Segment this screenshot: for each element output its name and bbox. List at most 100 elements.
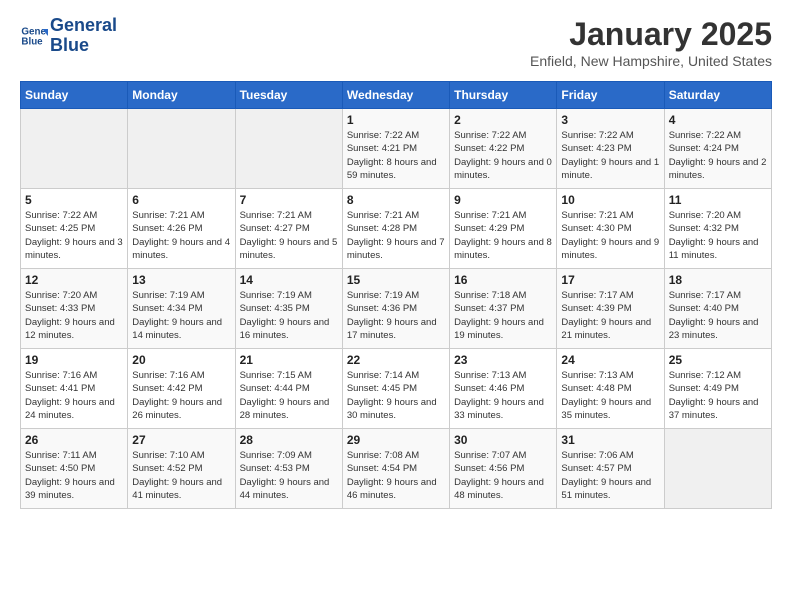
- day-number: 28: [240, 433, 338, 447]
- day-number: 20: [132, 353, 230, 367]
- day-info: Sunrise: 7:21 AM Sunset: 4:30 PM Dayligh…: [561, 209, 659, 262]
- day-info: Sunrise: 7:22 AM Sunset: 4:23 PM Dayligh…: [561, 129, 659, 182]
- day-cell: 22 Sunrise: 7:14 AM Sunset: 4:45 PM Dayli…: [342, 349, 449, 429]
- calendar-table: SundayMondayTuesdayWednesdayThursdayFrid…: [20, 81, 772, 509]
- day-cell: 30 Sunrise: 7:07 AM Sunset: 4:56 PM Dayli…: [450, 429, 557, 509]
- day-cell: 31 Sunrise: 7:06 AM Sunset: 4:57 PM Dayli…: [557, 429, 664, 509]
- day-cell: 6 Sunrise: 7:21 AM Sunset: 4:26 PM Daylig…: [128, 189, 235, 269]
- day-info: Sunrise: 7:18 AM Sunset: 4:37 PM Dayligh…: [454, 289, 552, 342]
- day-info: Sunrise: 7:20 AM Sunset: 4:33 PM Dayligh…: [25, 289, 123, 342]
- day-number: 30: [454, 433, 552, 447]
- logo-text: General Blue: [50, 16, 117, 56]
- day-number: 29: [347, 433, 445, 447]
- day-number: 9: [454, 193, 552, 207]
- day-number: 11: [669, 193, 767, 207]
- day-cell: 27Sunrise: 7:10 AM Sunset: 4:52 PM Dayli…: [128, 429, 235, 509]
- day-info: Sunrise: 7:07 AM Sunset: 4:56 PM Dayligh…: [454, 449, 552, 502]
- day-info: Sunrise: 7:22 AM Sunset: 4:24 PM Dayligh…: [669, 129, 767, 182]
- day-number: 17: [561, 273, 659, 287]
- day-info: Sunrise: 7:22 AM Sunset: 4:25 PM Dayligh…: [25, 209, 123, 262]
- day-info: Sunrise: 7:16 AM Sunset: 4:41 PM Dayligh…: [25, 369, 123, 422]
- day-cell: [664, 429, 771, 509]
- day-cell: 18 Sunrise: 7:17 AM Sunset: 4:40 PM Dayli…: [664, 269, 771, 349]
- day-cell: 13 Sunrise: 7:19 AM Sunset: 4:34 PM Dayli…: [128, 269, 235, 349]
- day-number: 6: [132, 193, 230, 207]
- day-cell: 29 Sunrise: 7:08 AM Sunset: 4:54 PM Dayli…: [342, 429, 449, 509]
- day-cell: 19 Sunrise: 7:16 AM Sunset: 4:41 PM Dayli…: [21, 349, 128, 429]
- logo-icon: General Blue: [20, 22, 48, 50]
- weekday-header-friday: Friday: [557, 82, 664, 109]
- day-number: 15: [347, 273, 445, 287]
- day-number: 16: [454, 273, 552, 287]
- day-number: 8: [347, 193, 445, 207]
- page-header: General Blue General Blue January 2025 E…: [20, 16, 772, 69]
- day-info: Sunrise: 7:09 AM Sunset: 4:53 PM Dayligh…: [240, 449, 338, 502]
- day-info: Sunrise: 7:19 AM Sunset: 4:36 PM Dayligh…: [347, 289, 445, 342]
- day-cell: 9 Sunrise: 7:21 AM Sunset: 4:29 PM Daylig…: [450, 189, 557, 269]
- week-row-5: 26 Sunrise: 7:11 AM Sunset: 4:50 PM Dayli…: [21, 429, 772, 509]
- day-number: 27: [132, 433, 230, 447]
- week-row-2: 5Sunrise: 7:22 AM Sunset: 4:25 PM Daylig…: [21, 189, 772, 269]
- day-cell: 25 Sunrise: 7:12 AM Sunset: 4:49 PM Dayli…: [664, 349, 771, 429]
- day-cell: 15 Sunrise: 7:19 AM Sunset: 4:36 PM Dayli…: [342, 269, 449, 349]
- logo: General Blue General Blue: [20, 16, 117, 56]
- day-cell: 14 Sunrise: 7:19 AM Sunset: 4:35 PM Dayli…: [235, 269, 342, 349]
- day-number: 31: [561, 433, 659, 447]
- day-cell: [21, 109, 128, 189]
- day-cell: 7Sunrise: 7:21 AM Sunset: 4:27 PM Daylig…: [235, 189, 342, 269]
- day-number: 19: [25, 353, 123, 367]
- day-info: Sunrise: 7:21 AM Sunset: 4:28 PM Dayligh…: [347, 209, 445, 262]
- day-cell: 8 Sunrise: 7:21 AM Sunset: 4:28 PM Daylig…: [342, 189, 449, 269]
- day-info: Sunrise: 7:21 AM Sunset: 4:27 PM Dayligh…: [240, 209, 338, 262]
- day-number: 10: [561, 193, 659, 207]
- week-row-1: 1Sunrise: 7:22 AM Sunset: 4:21 PM Daylig…: [21, 109, 772, 189]
- day-cell: 24 Sunrise: 7:13 AM Sunset: 4:48 PM Dayli…: [557, 349, 664, 429]
- day-info: Sunrise: 7:15 AM Sunset: 4:44 PM Dayligh…: [240, 369, 338, 422]
- day-cell: [128, 109, 235, 189]
- day-info: Sunrise: 7:08 AM Sunset: 4:54 PM Dayligh…: [347, 449, 445, 502]
- day-cell: 26 Sunrise: 7:11 AM Sunset: 4:50 PM Dayli…: [21, 429, 128, 509]
- day-info: Sunrise: 7:06 AM Sunset: 4:57 PM Dayligh…: [561, 449, 659, 502]
- day-number: 26: [25, 433, 123, 447]
- weekday-header-monday: Monday: [128, 82, 235, 109]
- title-block: January 2025 Enfield, New Hampshire, Uni…: [530, 16, 772, 69]
- day-number: 23: [454, 353, 552, 367]
- day-number: 24: [561, 353, 659, 367]
- day-cell: 1Sunrise: 7:22 AM Sunset: 4:21 PM Daylig…: [342, 109, 449, 189]
- day-number: 22: [347, 353, 445, 367]
- day-cell: 2Sunrise: 7:22 AM Sunset: 4:22 PM Daylig…: [450, 109, 557, 189]
- day-number: 3: [561, 113, 659, 127]
- day-info: Sunrise: 7:14 AM Sunset: 4:45 PM Dayligh…: [347, 369, 445, 422]
- weekday-header-wednesday: Wednesday: [342, 82, 449, 109]
- day-cell: 21 Sunrise: 7:15 AM Sunset: 4:44 PM Dayli…: [235, 349, 342, 429]
- day-info: Sunrise: 7:21 AM Sunset: 4:26 PM Dayligh…: [132, 209, 230, 262]
- day-info: Sunrise: 7:19 AM Sunset: 4:35 PM Dayligh…: [240, 289, 338, 342]
- day-number: 25: [669, 353, 767, 367]
- day-info: Sunrise: 7:11 AM Sunset: 4:50 PM Dayligh…: [25, 449, 123, 502]
- weekday-header-row: SundayMondayTuesdayWednesdayThursdayFrid…: [21, 82, 772, 109]
- day-number: 13: [132, 273, 230, 287]
- day-number: 21: [240, 353, 338, 367]
- day-info: Sunrise: 7:22 AM Sunset: 4:22 PM Dayligh…: [454, 129, 552, 182]
- day-info: Sunrise: 7:12 AM Sunset: 4:49 PM Dayligh…: [669, 369, 767, 422]
- week-row-3: 12 Sunrise: 7:20 AM Sunset: 4:33 PM Dayli…: [21, 269, 772, 349]
- day-number: 12: [25, 273, 123, 287]
- day-info: Sunrise: 7:17 AM Sunset: 4:39 PM Dayligh…: [561, 289, 659, 342]
- day-cell: 28 Sunrise: 7:09 AM Sunset: 4:53 PM Dayli…: [235, 429, 342, 509]
- day-info: Sunrise: 7:21 AM Sunset: 4:29 PM Dayligh…: [454, 209, 552, 262]
- day-number: 14: [240, 273, 338, 287]
- weekday-header-thursday: Thursday: [450, 82, 557, 109]
- day-info: Sunrise: 7:19 AM Sunset: 4:34 PM Dayligh…: [132, 289, 230, 342]
- week-row-4: 19 Sunrise: 7:16 AM Sunset: 4:41 PM Dayli…: [21, 349, 772, 429]
- day-cell: 3 Sunrise: 7:22 AM Sunset: 4:23 PM Daylig…: [557, 109, 664, 189]
- day-info: Sunrise: 7:13 AM Sunset: 4:48 PM Dayligh…: [561, 369, 659, 422]
- day-number: 18: [669, 273, 767, 287]
- day-cell: 10 Sunrise: 7:21 AM Sunset: 4:30 PM Dayli…: [557, 189, 664, 269]
- day-info: Sunrise: 7:13 AM Sunset: 4:46 PM Dayligh…: [454, 369, 552, 422]
- day-cell: 5Sunrise: 7:22 AM Sunset: 4:25 PM Daylig…: [21, 189, 128, 269]
- day-info: Sunrise: 7:20 AM Sunset: 4:32 PM Dayligh…: [669, 209, 767, 262]
- day-cell: [235, 109, 342, 189]
- month-title: January 2025: [530, 16, 772, 53]
- day-info: Sunrise: 7:17 AM Sunset: 4:40 PM Dayligh…: [669, 289, 767, 342]
- weekday-header-sunday: Sunday: [21, 82, 128, 109]
